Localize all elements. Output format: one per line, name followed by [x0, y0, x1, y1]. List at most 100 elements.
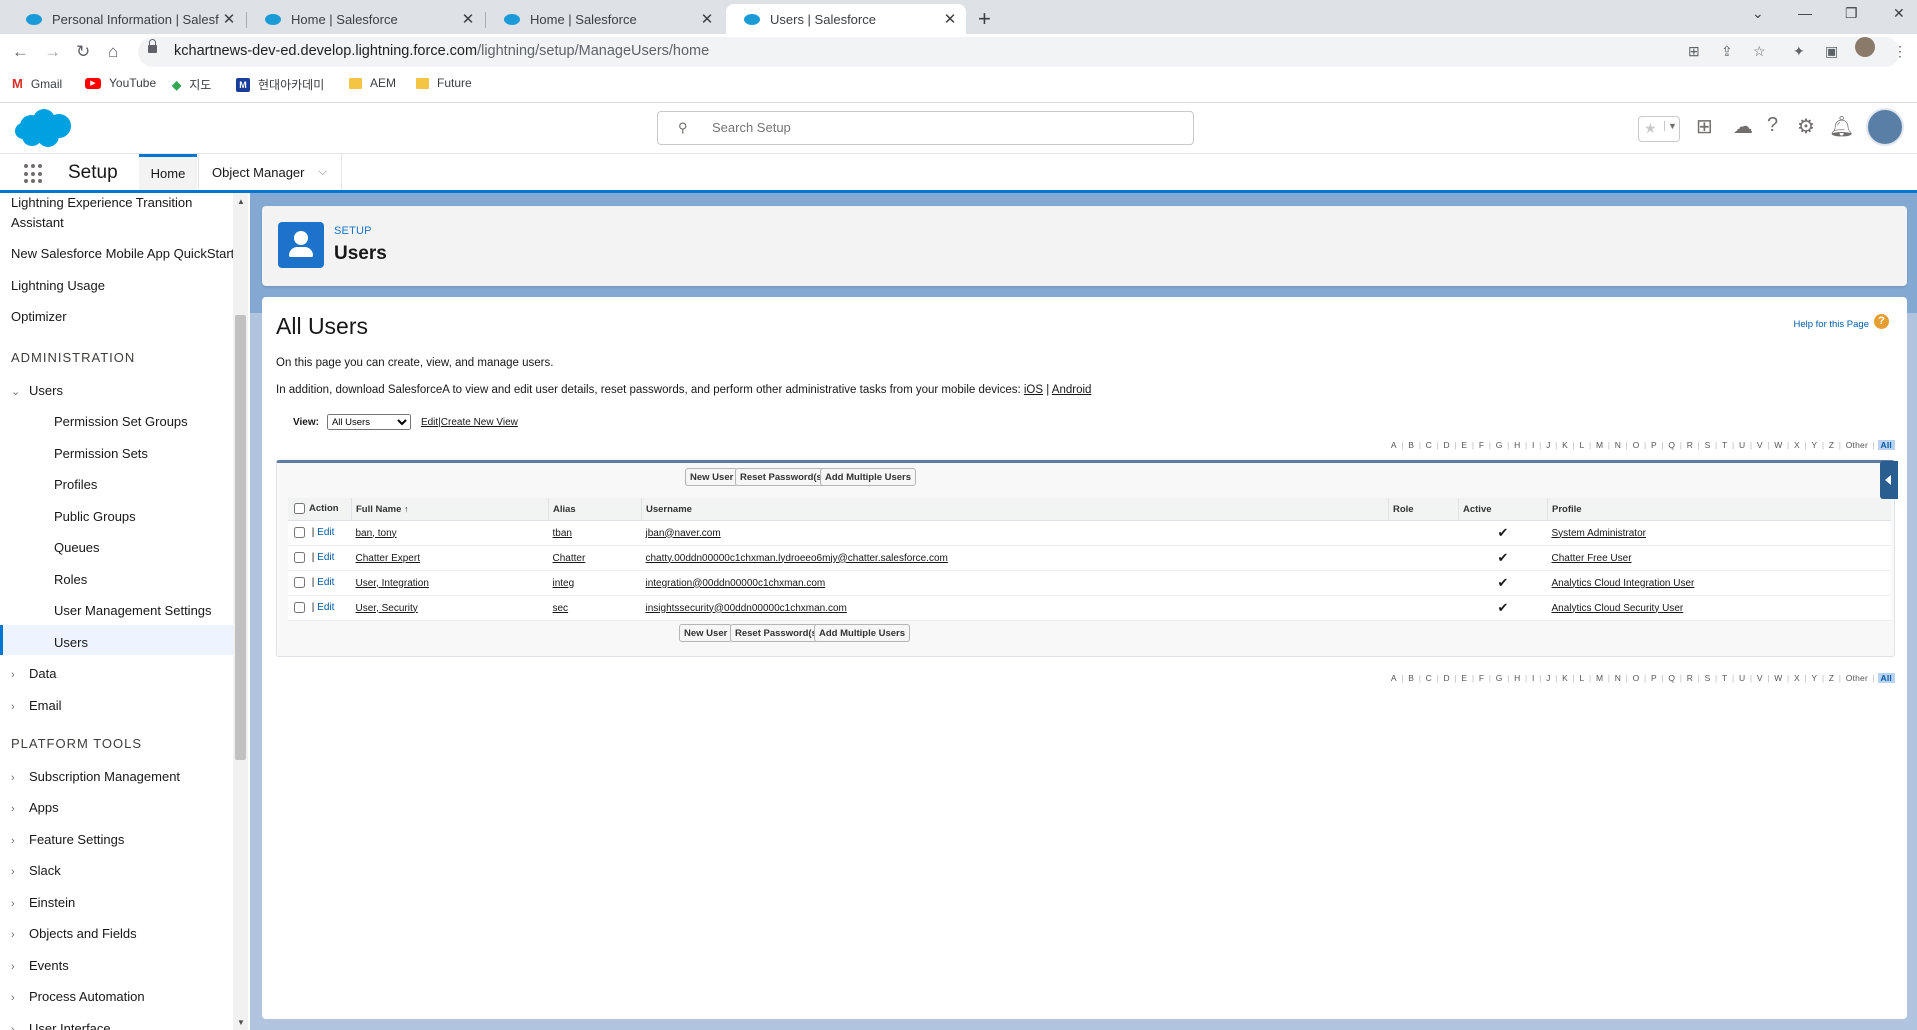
chevron-right-icon[interactable]: › [11, 989, 29, 1008]
chevron-right-icon[interactable]: › [11, 832, 29, 851]
alphabet-filter-letter[interactable]: J [1544, 673, 1552, 683]
chevron-right-icon[interactable]: › [11, 800, 29, 819]
full-name-link[interactable]: ban, tony [356, 528, 397, 539]
menu-kebab-icon[interactable]: ⋮ [1893, 43, 1907, 60]
alphabet-filter-letter[interactable]: G [1494, 440, 1505, 450]
back-icon[interactable]: ← [12, 42, 29, 62]
alias-link[interactable]: Chatter [553, 553, 586, 564]
bookmark-gmail[interactable]: M Gmail [12, 76, 62, 91]
alphabet-filter-letter[interactable]: C [1424, 440, 1434, 450]
row-checkbox[interactable] [294, 602, 305, 614]
gear-icon[interactable]: ⚙ [1797, 114, 1815, 139]
chevron-down-icon[interactable]: ⌄ [11, 383, 29, 402]
alphabet-filter-letter[interactable]: H [1512, 440, 1522, 450]
full-name-link[interactable]: Chatter Expert [356, 553, 420, 564]
scroll-down-icon[interactable]: ▼ [237, 1018, 245, 1027]
salesforce-logo-icon[interactable] [14, 108, 74, 150]
new-user-button-bottom[interactable]: New User [679, 624, 733, 642]
bell-icon[interactable]: 🔔︎ [1829, 114, 1854, 139]
column-header-profile[interactable]: Profile [1547, 498, 1891, 521]
page-eyebrow[interactable]: SETUP [334, 225, 372, 237]
sidebar-group-apps[interactable]: › Apps [11, 798, 59, 819]
global-actions-icon[interactable]: ⊞ [1696, 114, 1713, 139]
username-link[interactable]: jban@naver.com [646, 528, 721, 539]
alphabet-filter-letter[interactable]: O [1631, 440, 1642, 450]
column-header-active[interactable]: Active [1458, 498, 1548, 521]
bookmark-star-icon[interactable]: ☆ [1753, 43, 1766, 60]
alphabet-filter-letter[interactable]: P [1649, 673, 1659, 683]
android-link[interactable]: Android [1052, 384, 1092, 396]
row-checkbox[interactable] [294, 527, 305, 539]
chevron-right-icon[interactable]: › [11, 698, 29, 717]
alphabet-filter-letter[interactable]: G [1494, 673, 1505, 683]
alphabet-filter-letter[interactable]: S [1703, 673, 1713, 683]
profile-link[interactable]: Analytics Cloud Integration User [1552, 578, 1695, 589]
bookmark-maps[interactable]: ◆ 지도 [172, 76, 211, 93]
row-checkbox[interactable] [294, 577, 305, 589]
chevron-right-icon[interactable]: › [11, 863, 29, 882]
alphabet-filter-letter[interactable]: A [1389, 440, 1399, 450]
browser-tab[interactable]: Home | Salesforce ✕ [247, 4, 484, 34]
sidebar-group-email[interactable]: › Email [11, 696, 62, 717]
edit-link[interactable]: Edit [317, 553, 334, 564]
alphabet-filter-letter[interactable]: N [1613, 673, 1623, 683]
sidebar-item-lightning-transition-cont[interactable]: Assistant [11, 213, 64, 232]
tab-search-chevron-icon[interactable]: ⌄ [1752, 5, 1764, 22]
scroll-up-icon[interactable]: ▲ [237, 197, 245, 206]
browser-tab[interactable]: Home | Salesforce ✕ [486, 4, 723, 34]
new-user-button[interactable]: New User [685, 468, 739, 486]
column-header-full-name[interactable]: Full Name ↑ [351, 498, 549, 521]
alphabet-filter-letter[interactable]: S [1703, 440, 1713, 450]
alphabet-filter-letter[interactable]: N [1613, 440, 1623, 450]
sidebar-group-einstein[interactable]: › Einstein [11, 893, 75, 914]
alias-link[interactable]: integ [553, 578, 575, 589]
add-multiple-users-button[interactable]: Add Multiple Users [820, 468, 917, 486]
alphabet-filter-letter[interactable]: F [1477, 673, 1486, 683]
sidebar-item-profiles[interactable]: Profiles [54, 475, 97, 494]
alphabet-filter-letter[interactable]: P [1649, 440, 1659, 450]
favorites-button[interactable]: ★ ▼ [1638, 116, 1680, 142]
sidebar-group-slack[interactable]: › Slack [11, 861, 61, 882]
alphabet-filter-letter[interactable]: D [1442, 673, 1452, 683]
row-checkbox[interactable] [294, 552, 305, 564]
forward-icon[interactable]: → [44, 42, 61, 62]
reload-icon[interactable]: ↻ [76, 42, 90, 62]
alias-link[interactable]: tban [553, 528, 572, 539]
new-tab-icon[interactable]: + [978, 6, 991, 32]
profile-link[interactable]: Analytics Cloud Security User [1552, 603, 1684, 614]
sidebar-item-optimizer[interactable]: Optimizer [11, 307, 67, 326]
column-header-action[interactable]: Action [288, 498, 352, 521]
search-box[interactable]: ⚲ [657, 111, 1194, 145]
chevron-down-icon[interactable]: ⌵ [319, 166, 327, 179]
alphabet-filter-letter[interactable]: W [1772, 673, 1784, 683]
help-link[interactable]: Help for this Page [1793, 319, 1869, 330]
alphabet-filter-letter[interactable]: K [1560, 673, 1570, 683]
alphabet-filter-letter[interactable]: Other [1844, 440, 1870, 450]
sidebar-group-data[interactable]: › Data [11, 664, 56, 685]
edit-link[interactable]: Edit [317, 528, 334, 539]
alphabet-filter-letter[interactable]: Y [1809, 440, 1819, 450]
alphabet-filter-letter[interactable]: Z [1827, 440, 1836, 450]
sidebar-group-process-automation[interactable]: › Process Automation [11, 987, 145, 1008]
profile-link[interactable]: System Administrator [1552, 528, 1646, 539]
alphabet-filter-letter[interactable]: T [1720, 673, 1729, 683]
profile-avatar-icon[interactable] [1855, 37, 1875, 57]
alphabet-filter-letter[interactable]: H [1512, 673, 1522, 683]
alphabet-filter-letter[interactable]: O [1631, 673, 1642, 683]
sidebar-group-user-interface[interactable]: › User Interface [11, 1019, 111, 1030]
alphabet-filter-letter[interactable]: B [1406, 440, 1416, 450]
chevron-right-icon[interactable]: › [11, 895, 29, 914]
create-new-view-link[interactable]: Create New View [441, 417, 518, 428]
sidebar-scrollbar-thumb[interactable] [235, 315, 246, 760]
close-tab-icon[interactable]: ✕ [458, 10, 478, 28]
sidebar-item-mobile-quickstart[interactable]: New Salesforce Mobile App QuickStart [11, 244, 233, 263]
avatar[interactable] [1866, 108, 1904, 146]
alphabet-filter-letter[interactable]: F [1477, 440, 1486, 450]
edit-link[interactable]: Edit [317, 603, 334, 614]
sidebar-item-public-groups[interactable]: Public Groups [54, 507, 136, 526]
restore-icon[interactable]: ❐ [1845, 5, 1858, 22]
reset-password-button[interactable]: Reset Password(s) [735, 468, 831, 486]
alphabet-filter-letter[interactable]: Q [1666, 673, 1677, 683]
trailhead-guidance-icon[interactable]: ☁ [1733, 114, 1753, 139]
alphabet-filter-letter[interactable]: Y [1809, 673, 1819, 683]
